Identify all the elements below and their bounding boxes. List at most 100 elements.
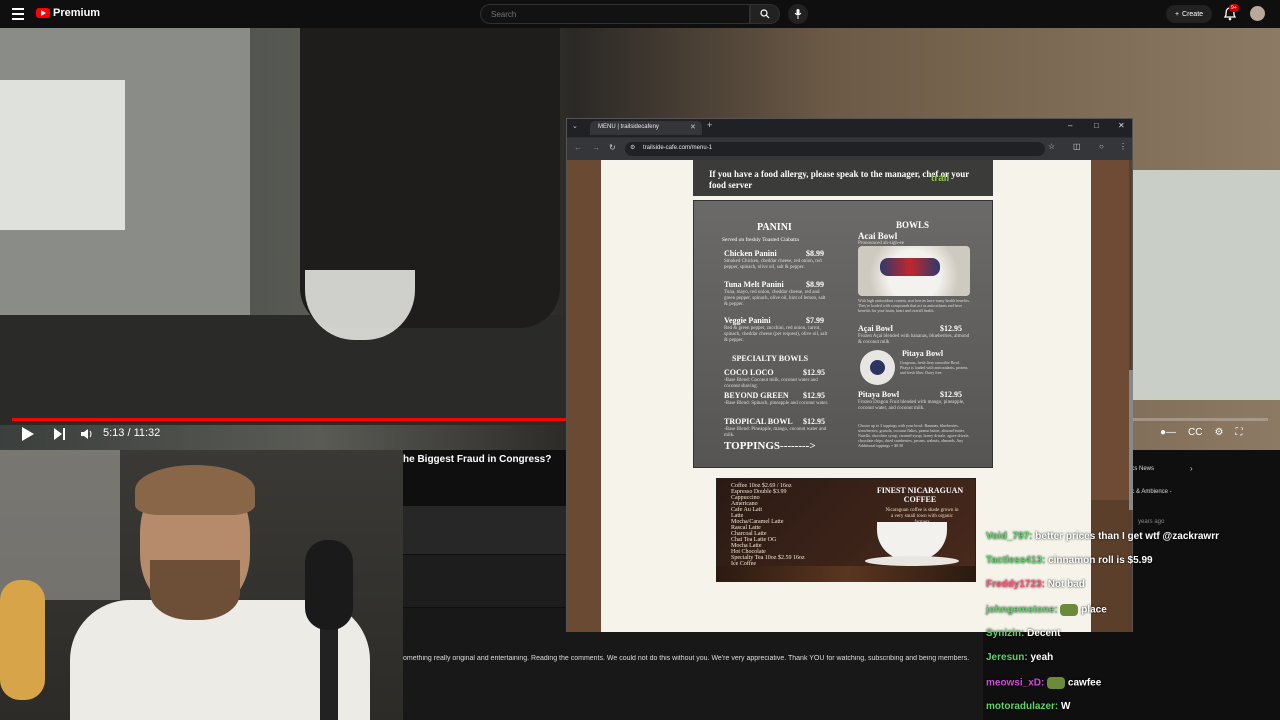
profile-icon[interactable]: ○ — [1099, 142, 1104, 151]
menu-item-name: Pitaya Bowl — [858, 390, 900, 399]
coffee-beans-image — [716, 566, 976, 582]
menu-item-price: $12.95 — [803, 391, 825, 400]
back-arrow-icon[interactable]: ← — [574, 143, 582, 152]
chat-username[interactable]: motoradulazer: — [986, 701, 1058, 712]
brand-label: Premium — [53, 7, 101, 19]
coffee-title: FINEST NICARAGUAN COFFEE — [876, 486, 964, 504]
webcam-plush-toy — [0, 580, 45, 700]
chat-username[interactable]: Jeresun: — [986, 652, 1028, 663]
sidebar-video-title[interactable]: ic & Ambience - — [1130, 489, 1172, 495]
chat-text: W — [1061, 701, 1071, 712]
sidebar-video-age: years ago — [1138, 519, 1165, 525]
screen: Premium + Create 9+ 5:13 / 11:32 ●― CC ⚙… — [0, 0, 1280, 720]
menu-page-wood-right — [1091, 160, 1129, 500]
chat-username[interactable]: Freddy1723: — [986, 579, 1045, 590]
specialty-bowls-header: SPECIALTY BOWLS — [732, 354, 809, 363]
tab-close-icon[interactable]: ✕ — [690, 123, 696, 131]
chat-username[interactable]: johngemstone: — [986, 605, 1058, 616]
chat-message: Freddy1723: Not bad — [986, 579, 1085, 590]
search-input[interactable] — [480, 4, 750, 24]
trailside-logo: trail — [931, 173, 950, 184]
menu-item-desc: -Base Blend: Coconut milk, coconut water… — [724, 378, 818, 389]
video-title: he Biggest Fraud in Congress? — [403, 454, 552, 465]
address-bar[interactable]: trailside-cafe.com/menu-1 — [625, 142, 1045, 156]
chat-username[interactable]: Tactless413: — [986, 555, 1045, 566]
chat-message: Tactless413: cinnamon roll is $5.99 — [986, 555, 1153, 566]
pitaya-title: Pitaya Bowl — [902, 349, 944, 358]
menu-item-desc: Frozen Açai blended with bananas, bluebe… — [858, 334, 970, 345]
chat-username[interactable]: meowsi_xD: — [986, 678, 1044, 689]
chat-text: yeah — [1030, 652, 1054, 663]
chat-text: better prices than I get wtf @zackrawrr — [1035, 531, 1219, 542]
acai-bowl-fruit-image — [880, 258, 940, 276]
play-icon[interactable] — [22, 427, 34, 441]
captions-icon[interactable]: CC — [1188, 427, 1202, 438]
panini-header: PANINI — [757, 222, 792, 233]
youtube-topbar: Premium + Create 9+ — [0, 0, 1280, 28]
settings-gear-icon[interactable]: ⚙ — [1215, 427, 1224, 438]
toppings-note: Choose up to 3 toppings with your bowl: … — [858, 423, 970, 448]
toppings-arrow-label: TOPPINGS--------> — [724, 440, 816, 452]
coffee-item: Ice Coffee — [731, 561, 757, 567]
chat-text: Not bad — [1047, 579, 1085, 590]
menu-item-price: $8.99 — [806, 280, 824, 289]
chat-emote-icon — [1047, 677, 1066, 689]
panini-subheader: Served on freshly Toasted Ciabatta — [722, 237, 799, 243]
menu-item-desc: -Base Blend: Spinach, pineapple and coco… — [724, 401, 829, 406]
description-text: omething really original and entertainin… — [403, 655, 970, 662]
chat-username[interactable]: Synizin: — [986, 628, 1024, 639]
sidebar-chip-news[interactable]: ics News — [1130, 466, 1154, 472]
video-scene-counter — [0, 315, 570, 425]
video-scene-right-window — [1130, 170, 1280, 400]
menu-item-price: $12.95 — [803, 417, 825, 426]
chat-username[interactable]: Void_797: — [986, 531, 1033, 542]
window-minimize-icon[interactable]: – — [1068, 121, 1072, 130]
youtube-play-logo-icon — [36, 8, 50, 18]
youtube-logo[interactable]: Premium — [36, 7, 100, 19]
menu-item-price: $8.99 — [806, 249, 824, 258]
reload-icon[interactable]: ↻ — [609, 143, 616, 152]
volume-icon[interactable] — [80, 428, 94, 440]
menu-item-desc: Frozen Dragon Fruit blended with mango, … — [858, 400, 965, 411]
progress-bar-fill — [12, 418, 582, 421]
next-video-icon[interactable] — [54, 428, 66, 440]
microphone-icon — [794, 9, 802, 19]
tab-search-chevron-icon[interactable]: ⌄ — [572, 122, 578, 130]
forward-arrow-icon[interactable]: → — [592, 143, 600, 152]
menu-item-price: $12.95 — [940, 390, 962, 399]
site-info-icon[interactable]: ⚙ — [630, 144, 635, 151]
menu-item-name: Tuna Melt Panini — [724, 280, 784, 289]
search-button[interactable] — [750, 4, 780, 24]
hamburger-menu-icon[interactable] — [12, 8, 24, 20]
actions-row-placeholder — [403, 555, 568, 607]
page-scrollbar[interactable] — [1129, 370, 1133, 510]
menu-item-desc: Red & green pepper, zucchini, red onion,… — [724, 326, 828, 343]
menu-item-price: $12.95 — [803, 368, 825, 377]
webcam-background-light — [0, 450, 120, 600]
pitaya-note: Gorgeous, fresh fiery smoothie Bowl. Pit… — [900, 360, 969, 375]
window-maximize-icon[interactable]: □ — [1094, 121, 1099, 130]
create-button[interactable]: + Create — [1166, 5, 1212, 23]
voice-search-button[interactable] — [788, 4, 808, 24]
chat-message: johngemstone: place — [986, 604, 1107, 616]
coffee-saucer-image — [865, 556, 959, 566]
bookmark-star-icon[interactable]: ☆ — [1048, 142, 1055, 151]
chevron-right-icon[interactable]: › — [1190, 464, 1193, 473]
extensions-icon[interactable]: ◫ — [1073, 142, 1081, 151]
webcam-streamer-beard — [150, 560, 240, 620]
browser-menu-icon[interactable]: ⋮ — [1119, 142, 1127, 151]
plus-icon: + — [1174, 10, 1180, 18]
chat-message: meowsi_xD: cawfee — [986, 677, 1101, 689]
fullscreen-icon[interactable]: ⛶ — [1235, 427, 1242, 438]
chat-text: cawfee — [1067, 677, 1102, 689]
account-avatar[interactable] — [1250, 6, 1265, 21]
chat-text: place — [1081, 604, 1107, 616]
menu-item-desc: Smoked Chicken, cheddar cheese, red onio… — [724, 259, 822, 270]
search-icon — [760, 9, 770, 19]
window-close-icon[interactable]: ✕ — [1118, 121, 1125, 130]
new-tab-plus-icon[interactable]: + — [707, 120, 712, 130]
browser-tab[interactable]: MENU | trailsidecafeny — [590, 121, 702, 135]
chat-text: cinnamon roll is $5.99 — [1048, 555, 1153, 566]
autoplay-toggle-icon[interactable]: ●― — [1160, 427, 1176, 438]
webcam-streamer-hair — [135, 465, 255, 515]
